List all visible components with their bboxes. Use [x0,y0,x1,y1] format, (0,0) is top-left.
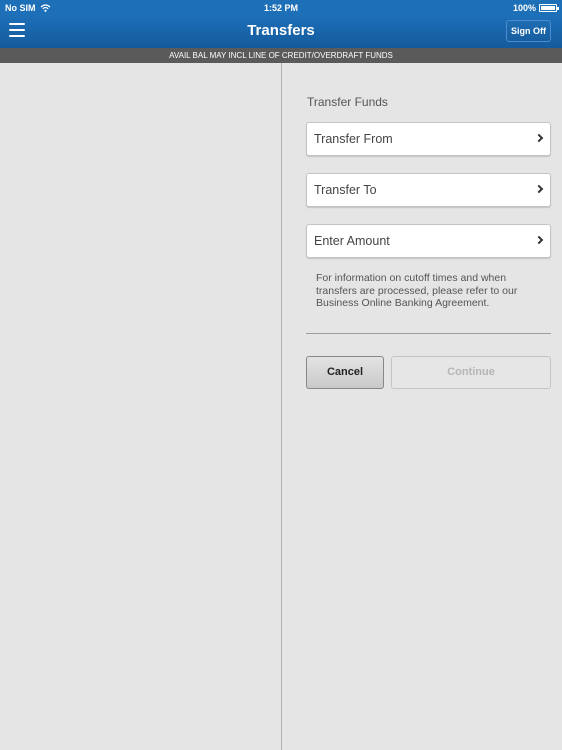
continue-button[interactable]: Continue [391,356,551,389]
cancel-button[interactable]: Cancel [306,356,384,389]
status-bar: No SIM 1:52 PM 100% [0,0,562,16]
chevron-right-icon [534,133,544,143]
battery-icon [539,4,559,12]
cutoff-info-text: For information on cutoff times and when… [316,272,518,309]
status-time: 1:52 PM [263,3,298,13]
chevron-right-icon [534,235,544,245]
transfer-from-label: Transfer From [314,132,393,146]
enter-amount-row[interactable]: Enter Amount [306,224,551,258]
battery-group: 100% [512,3,559,13]
balance-notice-banner: AVAIL BAL MAY INCL LINE OF CREDIT/OVERDR… [0,48,562,63]
battery-percent: 100% [512,3,536,13]
enter-amount-label: Enter Amount [314,234,390,248]
transfer-to-row[interactable]: Transfer To [306,173,551,207]
sign-off-button[interactable]: Sign Off [506,20,551,42]
chevron-right-icon [534,184,544,194]
section-title: Transfer Funds [307,95,388,109]
nav-bar: Transfers Sign Off [0,16,562,48]
page-title: Transfers [247,22,315,39]
left-pane [0,63,281,750]
transfer-to-label: Transfer To [314,183,377,197]
transfer-from-row[interactable]: Transfer From [306,122,551,156]
transfer-form-pane: Transfer Funds Transfer From Transfer To… [282,63,562,750]
form-divider [306,333,551,334]
